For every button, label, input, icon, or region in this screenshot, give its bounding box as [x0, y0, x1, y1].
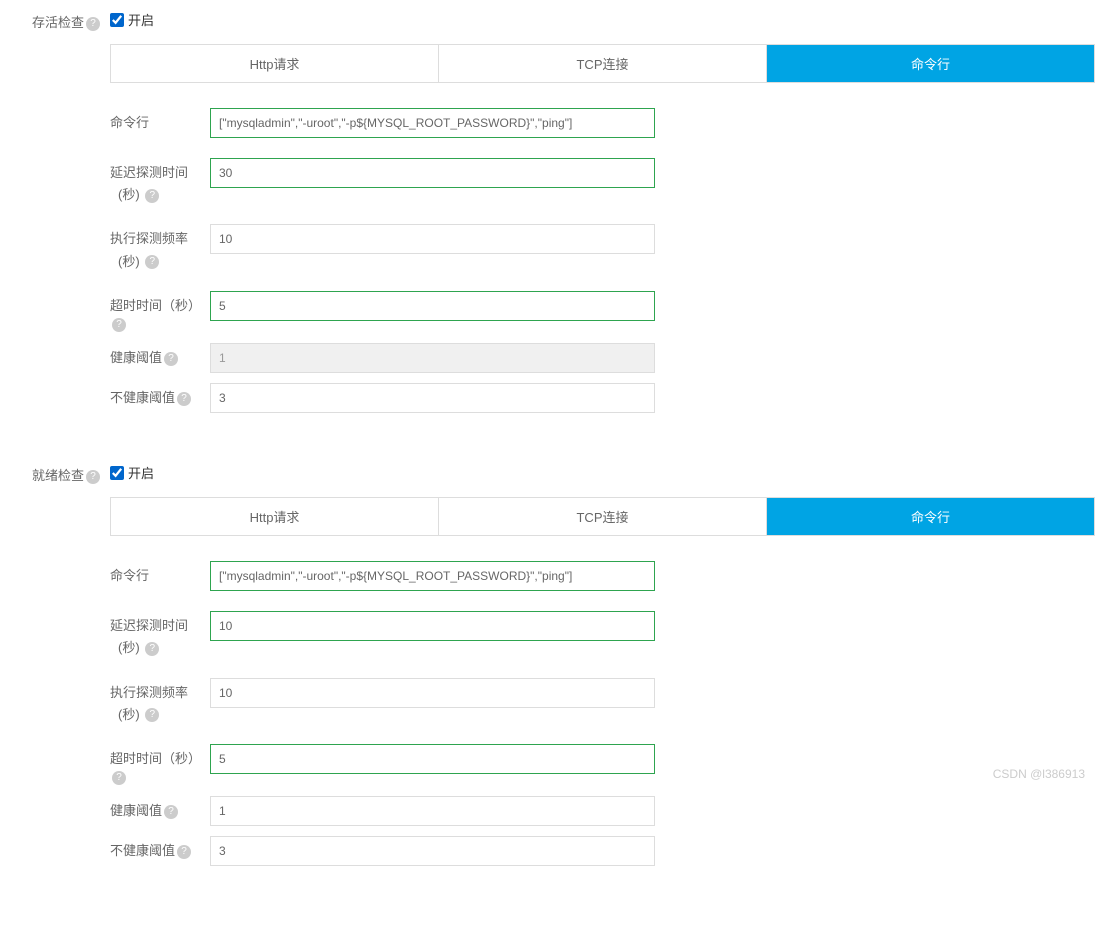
help-icon[interactable]: ?: [145, 255, 159, 269]
liveness-command-row: 命令行: [110, 108, 1105, 138]
tab-tcp[interactable]: TCP连接: [439, 498, 767, 535]
liveness-command-label: 命令行: [110, 108, 210, 132]
watermark: CSDN @l386913: [993, 767, 1085, 781]
help-icon[interactable]: ?: [145, 642, 159, 656]
readiness-failure-label: 不健康阈值?: [110, 836, 210, 860]
liveness-period-label: 执行探测频率 (秒) ?: [110, 224, 210, 270]
liveness-enable-label[interactable]: 开启: [128, 10, 154, 29]
readiness-period-input[interactable]: [210, 678, 655, 708]
readiness-timeout-input[interactable]: [210, 744, 655, 774]
tab-http[interactable]: Http请求: [111, 498, 439, 535]
liveness-enable-row: 开启: [110, 10, 1105, 29]
liveness-tabs: Http请求 TCP连接 命令行: [110, 44, 1095, 83]
help-icon[interactable]: ?: [112, 318, 126, 332]
readiness-command-input[interactable]: [210, 561, 655, 591]
help-icon[interactable]: ?: [86, 17, 100, 31]
liveness-success-input: [210, 343, 655, 373]
readiness-period-row: 执行探测频率 (秒) ?: [110, 678, 1105, 724]
help-icon[interactable]: ?: [145, 189, 159, 203]
readiness-enable-label[interactable]: 开启: [128, 463, 154, 482]
liveness-failure-input[interactable]: [210, 383, 655, 413]
help-icon[interactable]: ?: [145, 708, 159, 722]
readiness-enable-checkbox[interactable]: [110, 466, 124, 480]
tab-http[interactable]: Http请求: [111, 45, 439, 82]
liveness-delay-label: 延迟探测时间 (秒) ?: [110, 158, 210, 204]
readiness-command-label: 命令行: [110, 561, 210, 585]
readiness-failure-input[interactable]: [210, 836, 655, 866]
readiness-timeout-label: 超时时间（秒）?: [110, 744, 210, 786]
readiness-timeout-row: 超时时间（秒）?: [110, 744, 1105, 786]
tab-tcp[interactable]: TCP连接: [439, 45, 767, 82]
liveness-title: 存活检查?: [0, 10, 110, 433]
readiness-delay-label: 延迟探测时间 (秒) ?: [110, 611, 210, 657]
readiness-delay-input[interactable]: [210, 611, 655, 641]
help-icon[interactable]: ?: [164, 805, 178, 819]
readiness-title: 就绪检查?: [0, 463, 110, 886]
help-icon[interactable]: ?: [164, 352, 178, 366]
liveness-delay-input[interactable]: [210, 158, 655, 188]
liveness-failure-row: 不健康阈值?: [110, 383, 1105, 413]
readiness-command-row: 命令行: [110, 561, 1105, 591]
readiness-success-input[interactable]: [210, 796, 655, 826]
liveness-success-label: 健康阈值?: [110, 343, 210, 367]
liveness-section: 存活检查? 开启 Http请求 TCP连接 命令行 命令行 延迟探测时间 (秒)…: [0, 10, 1105, 433]
help-icon[interactable]: ?: [112, 771, 126, 785]
help-icon[interactable]: ?: [177, 845, 191, 859]
tab-command[interactable]: 命令行: [767, 498, 1094, 535]
liveness-timeout-input[interactable]: [210, 291, 655, 321]
readiness-success-row: 健康阈值?: [110, 796, 1105, 826]
liveness-period-input[interactable]: [210, 224, 655, 254]
liveness-delay-row: 延迟探测时间 (秒) ?: [110, 158, 1105, 204]
readiness-period-label: 执行探测频率 (秒) ?: [110, 678, 210, 724]
help-icon[interactable]: ?: [86, 470, 100, 484]
liveness-failure-label: 不健康阈值?: [110, 383, 210, 407]
help-icon[interactable]: ?: [177, 392, 191, 406]
liveness-command-input[interactable]: [210, 108, 655, 138]
readiness-section: 就绪检查? 开启 Http请求 TCP连接 命令行 命令行 延迟探测时间 (秒)…: [0, 463, 1105, 886]
liveness-success-row: 健康阈值?: [110, 343, 1105, 373]
liveness-enable-checkbox[interactable]: [110, 13, 124, 27]
readiness-success-label: 健康阈值?: [110, 796, 210, 820]
readiness-tabs: Http请求 TCP连接 命令行: [110, 497, 1095, 536]
liveness-period-row: 执行探测频率 (秒) ?: [110, 224, 1105, 270]
readiness-failure-row: 不健康阈值?: [110, 836, 1105, 866]
tab-command[interactable]: 命令行: [767, 45, 1094, 82]
readiness-delay-row: 延迟探测时间 (秒) ?: [110, 611, 1105, 657]
liveness-timeout-row: 超时时间（秒）?: [110, 291, 1105, 333]
readiness-enable-row: 开启: [110, 463, 1105, 482]
liveness-timeout-label: 超时时间（秒）?: [110, 291, 210, 333]
